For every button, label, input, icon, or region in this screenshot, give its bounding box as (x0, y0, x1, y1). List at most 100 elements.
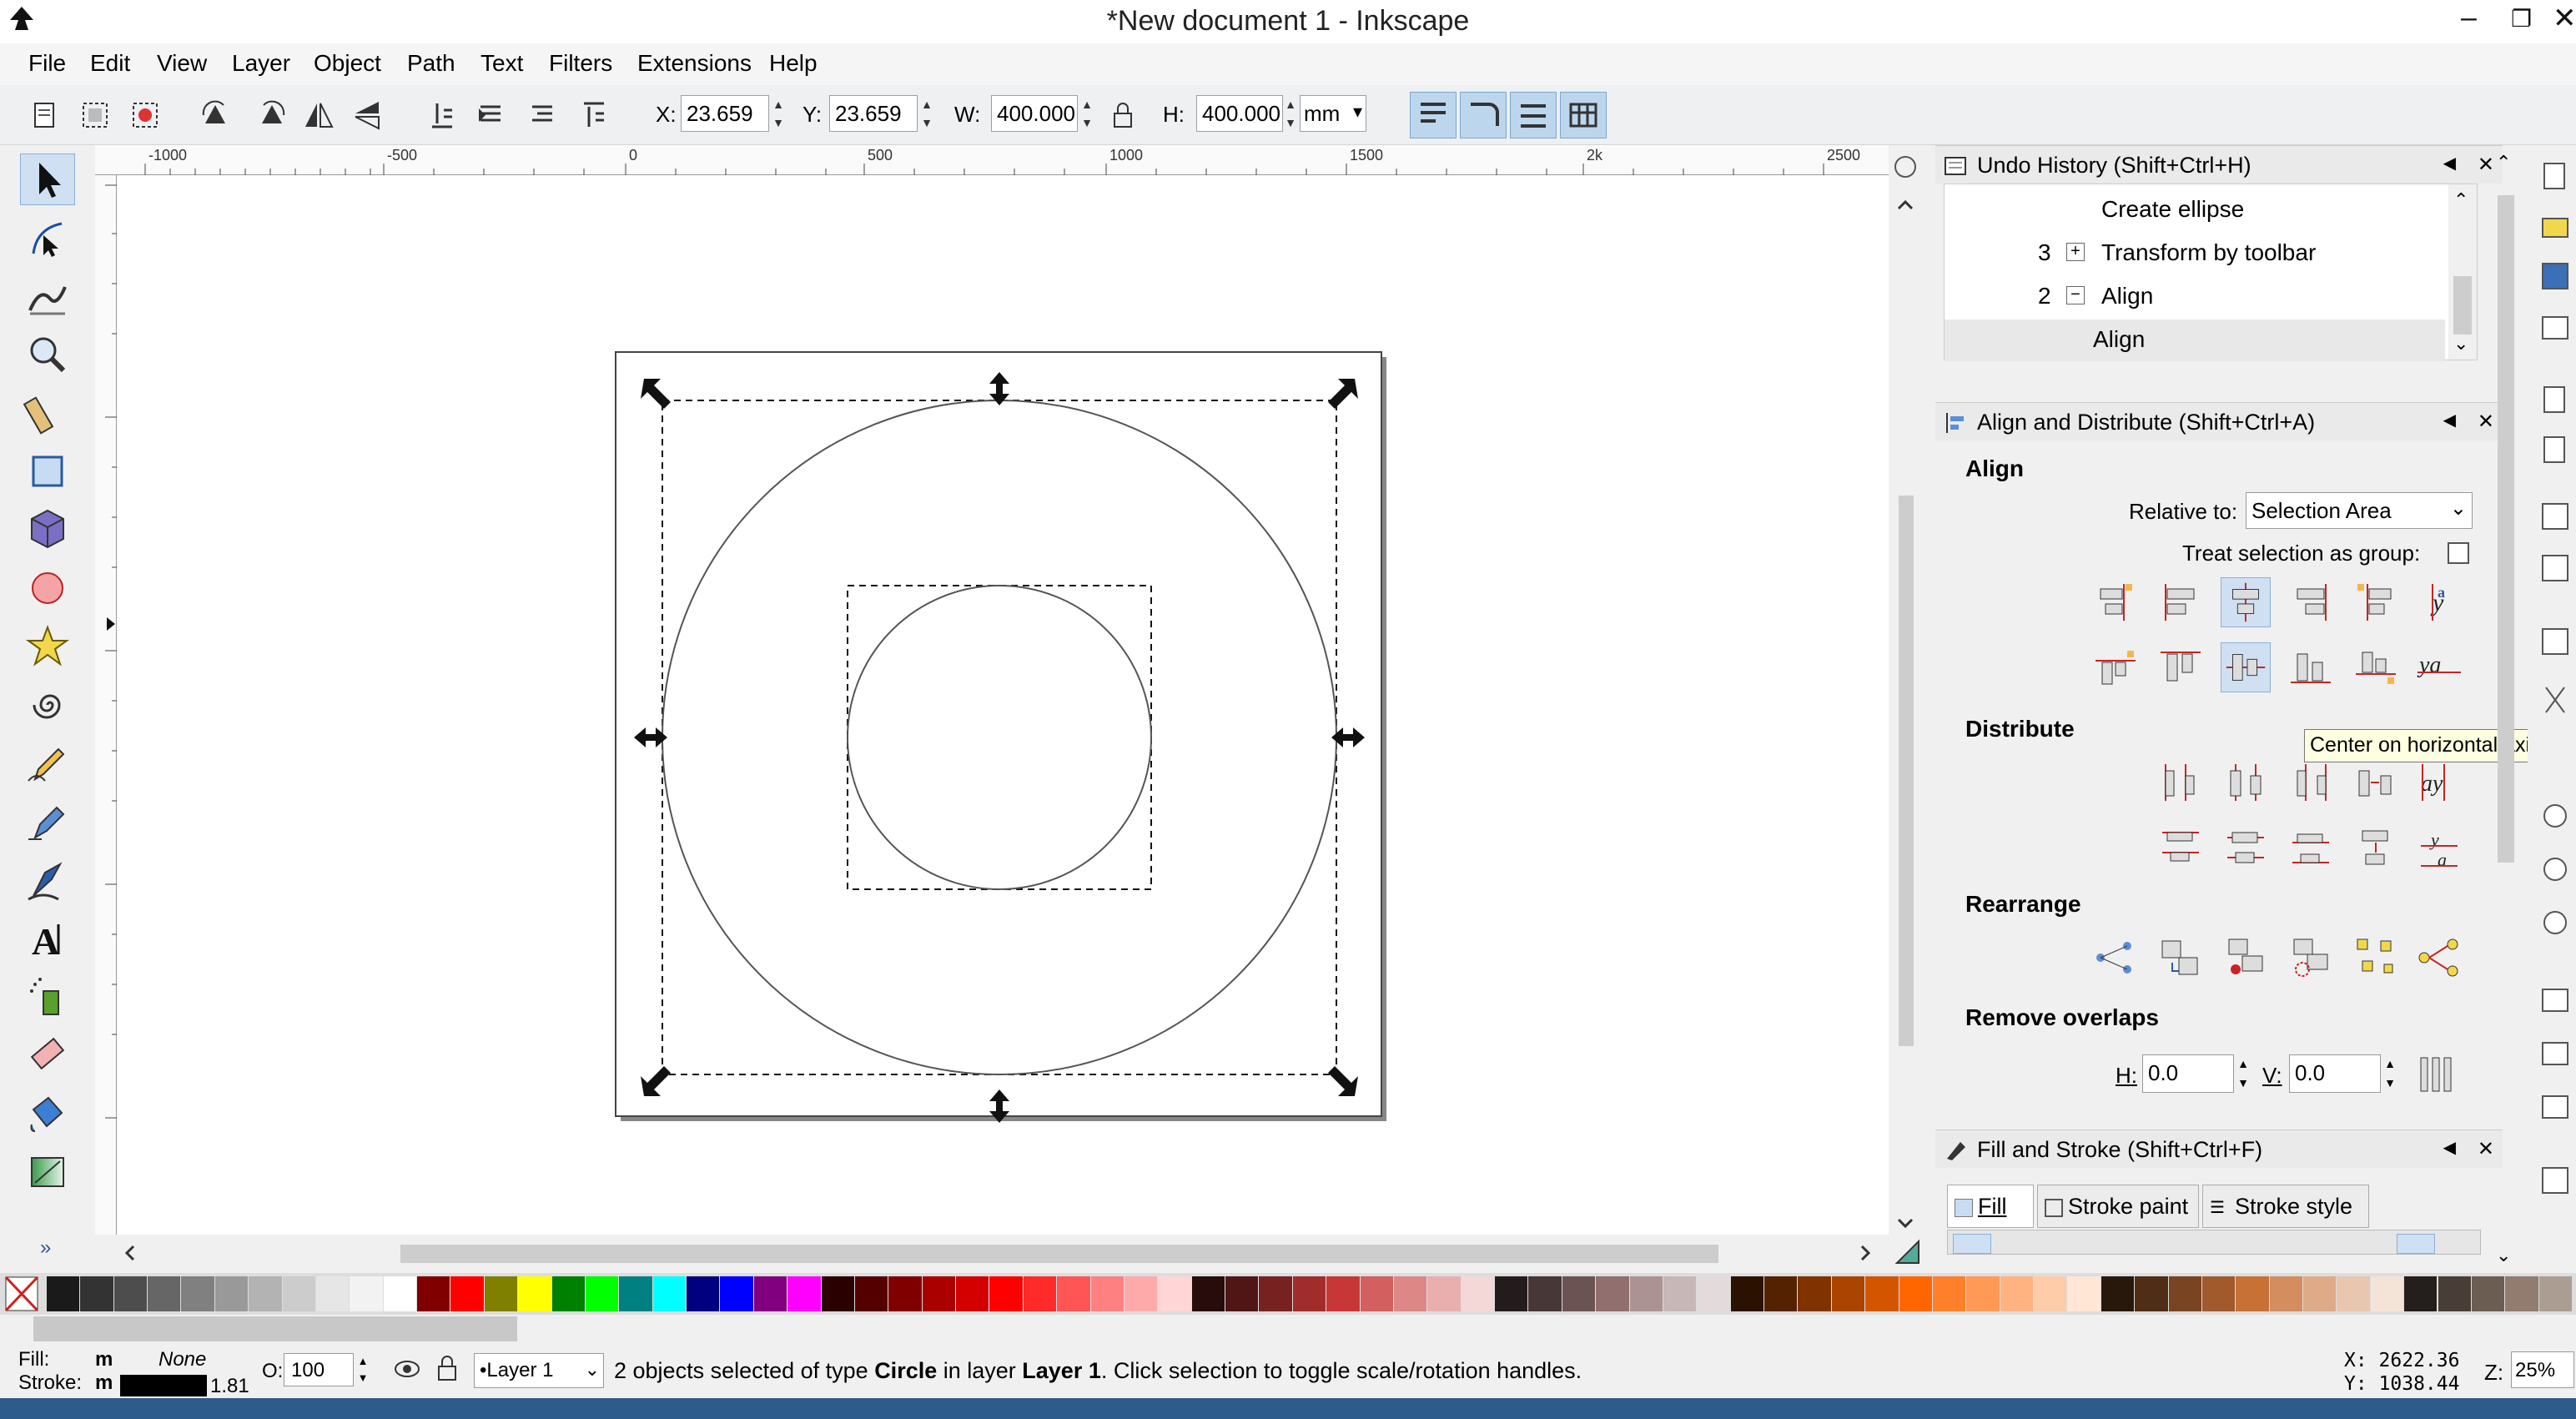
distribute-left-icon[interactable] (2156, 757, 2206, 808)
rotate-cw-icon[interactable] (255, 98, 289, 132)
distribute-centers-icon[interactable] (2221, 757, 2271, 808)
text-tool[interactable]: A (20, 913, 75, 964)
align-left-edges-icon[interactable] (2156, 577, 2206, 627)
3dbox-tool[interactable] (20, 504, 75, 556)
color-swatch[interactable] (1966, 1276, 2000, 1311)
w-spinner[interactable]: ▲ ▼ (1079, 95, 1094, 132)
align-baseline-icon[interactable]: ya (2414, 642, 2464, 692)
open-icon[interactable] (2542, 218, 2568, 238)
rotate-ccw-icon[interactable] (199, 98, 232, 132)
color-swatch[interactable] (2303, 1276, 2337, 1311)
zoom-drawing-icon[interactable] (2543, 858, 2567, 881)
color-swatch[interactable] (1629, 1276, 1663, 1311)
unclump-icon[interactable] (2414, 933, 2464, 983)
relative-to-select[interactable]: Selection Area ⌄ (2246, 492, 2473, 529)
stroke-swatch[interactable] (120, 1375, 207, 1396)
color-swatch[interactable] (652, 1276, 687, 1311)
select-all-icon[interactable] (28, 98, 62, 132)
hscroll-thumb[interactable] (400, 1245, 1718, 1263)
zoom-selection-icon[interactable] (2543, 804, 2567, 828)
distribute-anchors-icon[interactable]: ay (2414, 757, 2464, 808)
color-swatch[interactable] (1191, 1276, 1225, 1311)
node-tool[interactable] (20, 212, 75, 264)
align-right-to-left-icon[interactable] (2090, 577, 2141, 627)
distribute-right-icon[interactable] (2286, 757, 2336, 808)
list-item[interactable]: 3 + Transform by toolbar (1945, 233, 2445, 274)
align-bottom-edges-icon[interactable] (2286, 642, 2336, 692)
unlink-clone-icon[interactable] (2542, 1095, 2568, 1119)
panel-collapse-icon[interactable]: ◀ (2443, 153, 2456, 174)
color-swatch[interactable] (1023, 1276, 1057, 1311)
color-swatch[interactable] (720, 1276, 753, 1311)
raise-icon[interactable] (526, 98, 559, 132)
color-swatch[interactable] (1562, 1276, 1596, 1311)
list-item[interactable]: Create ellipse (1945, 189, 2445, 231)
raise-to-top-icon[interactable] (577, 98, 611, 132)
color-swatch[interactable] (2505, 1276, 2538, 1311)
color-swatch[interactable] (854, 1276, 888, 1311)
color-swatch[interactable] (956, 1276, 989, 1311)
y-field[interactable]: 23.659 (829, 95, 918, 132)
panel-collapse-icon[interactable]: ◀ (2443, 410, 2456, 430)
align-top-edges-icon[interactable] (2156, 642, 2206, 692)
remove-overlaps-icon[interactable] (2414, 1049, 2464, 1099)
align-top-to-bottom-icon[interactable] (2351, 642, 2401, 692)
horizontal-scrollbar[interactable] (117, 1235, 1889, 1273)
distribute-gaps-icon[interactable] (2351, 757, 2401, 808)
zoom-page-icon[interactable] (2543, 911, 2567, 934)
opacity-field[interactable]: 100 (284, 1353, 354, 1386)
export-icon[interactable] (2543, 436, 2565, 463)
tweak-tool[interactable] (20, 270, 75, 322)
menu-object[interactable]: Object (314, 50, 381, 77)
scroll-down-icon[interactable]: ⌄ (2453, 333, 2468, 355)
x-field[interactable]: 23.659 (681, 95, 769, 132)
calligraphy-tool[interactable] (20, 854, 75, 906)
list-item-selected[interactable]: Align (1945, 320, 2445, 361)
color-swatch[interactable] (1495, 1276, 1528, 1311)
drawing-canvas[interactable] (117, 175, 1889, 1235)
tab-stroke-style[interactable]: ☰ Stroke style (2202, 1185, 2369, 1228)
h-field[interactable]: 400.000 (1196, 95, 1283, 132)
vertical-scrollbar[interactable] (1889, 145, 1922, 1238)
scroll-thumb[interactable] (2453, 276, 2472, 335)
color-swatch[interactable] (2168, 1276, 2201, 1311)
color-swatch[interactable] (1764, 1276, 1798, 1311)
color-swatch[interactable] (989, 1276, 1023, 1311)
scroll-thumb[interactable] (1899, 496, 1914, 1046)
zoom-fit-icon[interactable] (1894, 156, 1916, 178)
menu-filters[interactable]: Filters (549, 50, 612, 77)
color-swatch[interactable] (181, 1276, 214, 1311)
align-anchor-text-icon[interactable]: ya (2414, 577, 2464, 627)
more-tools-icon[interactable]: » (40, 1236, 51, 1260)
distribute-vgaps-icon[interactable] (2351, 823, 2401, 873)
snap-icon[interactable] (1894, 1238, 1922, 1266)
palette-scrollbar[interactable] (33, 1316, 517, 1341)
close-button[interactable]: ✕ (2553, 2, 2576, 35)
color-swatch[interactable] (585, 1276, 619, 1311)
color-swatch[interactable] (2236, 1276, 2269, 1311)
flip-vertical-icon[interactable] (350, 98, 384, 132)
rect-tool[interactable] (20, 445, 75, 497)
unit-select[interactable]: mm ▾ (1300, 95, 1366, 132)
color-swatch[interactable] (2370, 1276, 2404, 1311)
color-swatch[interactable] (821, 1276, 854, 1311)
color-swatch[interactable] (1697, 1276, 1730, 1311)
menu-view[interactable]: View (157, 50, 207, 77)
select-tool[interactable] (20, 153, 75, 205)
center-horizontal-axis-icon[interactable] (2221, 642, 2271, 692)
color-swatch[interactable] (1427, 1276, 1461, 1311)
opacity-spinner[interactable]: ▲ ▼ (355, 1353, 370, 1386)
color-swatch[interactable] (2337, 1276, 2370, 1311)
gradient-tool[interactable] (20, 1146, 75, 1198)
w-field[interactable]: 400.000 (991, 95, 1078, 132)
menu-file[interactable]: File (28, 50, 66, 77)
minimize-button[interactable]: – (2461, 2, 2477, 34)
color-swatch[interactable] (214, 1276, 249, 1311)
cut-icon[interactable] (2545, 687, 2565, 713)
menu-path[interactable]: Path (407, 50, 455, 77)
color-swatch[interactable] (1596, 1276, 1629, 1311)
color-swatch[interactable] (1730, 1276, 1764, 1311)
graph-layout-icon[interactable] (2090, 933, 2141, 983)
color-swatch[interactable] (2034, 1276, 2067, 1311)
color-swatch[interactable] (2067, 1276, 2101, 1311)
